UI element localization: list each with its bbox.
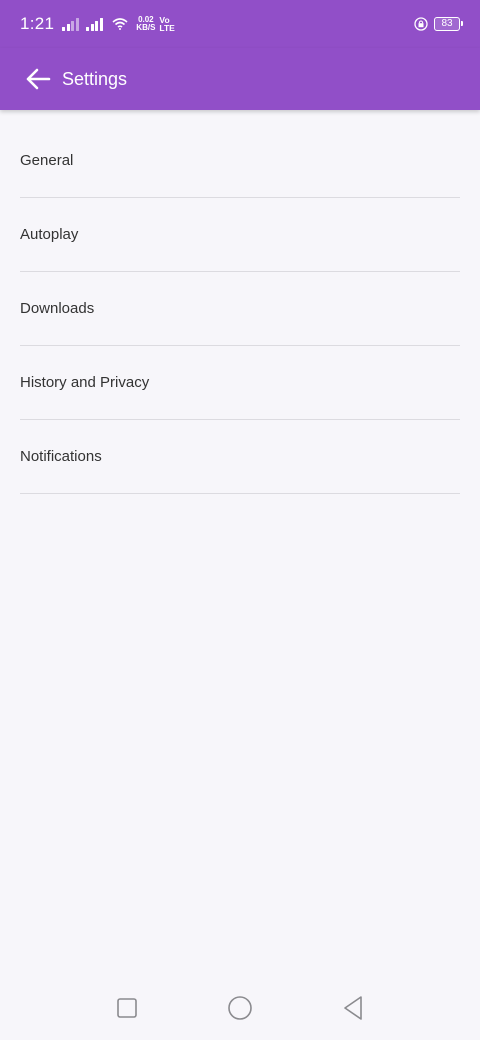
recents-square-icon — [116, 998, 137, 1018]
signal-icon — [62, 17, 80, 31]
back-button[interactable] — [18, 59, 58, 99]
volte-bottom: LTE — [159, 23, 175, 33]
settings-list: General Autoplay Downloads History and P… — [20, 124, 460, 494]
screen: 1:21 0.02 KB/S Vo LTE 83 Settings Genera… — [0, 0, 480, 1040]
settings-item-label: Downloads — [20, 300, 95, 317]
system-back-button[interactable] — [333, 988, 373, 1028]
network-speed: 0.02 KB/S — [136, 16, 155, 32]
recents-button[interactable] — [107, 988, 147, 1028]
lock-rotation-icon — [414, 17, 428, 31]
battery-icon: 83 — [434, 17, 463, 31]
arrow-left-icon — [26, 68, 51, 90]
home-button[interactable] — [220, 988, 260, 1028]
network-speed-unit: KB/S — [136, 23, 156, 32]
wifi-icon — [112, 18, 128, 30]
settings-item-autoplay[interactable]: Autoplay — [20, 198, 460, 272]
back-triangle-icon — [344, 996, 363, 1020]
settings-item-label: General — [20, 152, 74, 169]
volte-indicator: Vo LTE — [159, 15, 175, 33]
settings-item-general[interactable]: General — [20, 124, 460, 198]
status-time: 1:21 — [20, 14, 55, 33]
app-bar: Settings — [0, 48, 480, 110]
status-bar: 1:21 0.02 KB/S Vo LTE 83 — [0, 0, 480, 48]
settings-item-label: History and Privacy — [20, 374, 150, 391]
navigation-bar — [0, 976, 480, 1040]
settings-item-notifications[interactable]: Notifications — [20, 420, 460, 494]
settings-item-label: Notifications — [20, 448, 102, 465]
settings-item-history-privacy[interactable]: History and Privacy — [20, 346, 460, 420]
signal-icon — [86, 17, 104, 31]
settings-item-label: Autoplay — [20, 226, 79, 243]
settings-item-downloads[interactable]: Downloads — [20, 272, 460, 346]
home-circle-icon — [228, 996, 252, 1020]
page-title: Settings — [62, 68, 128, 89]
status-right: 83 — [414, 17, 463, 31]
